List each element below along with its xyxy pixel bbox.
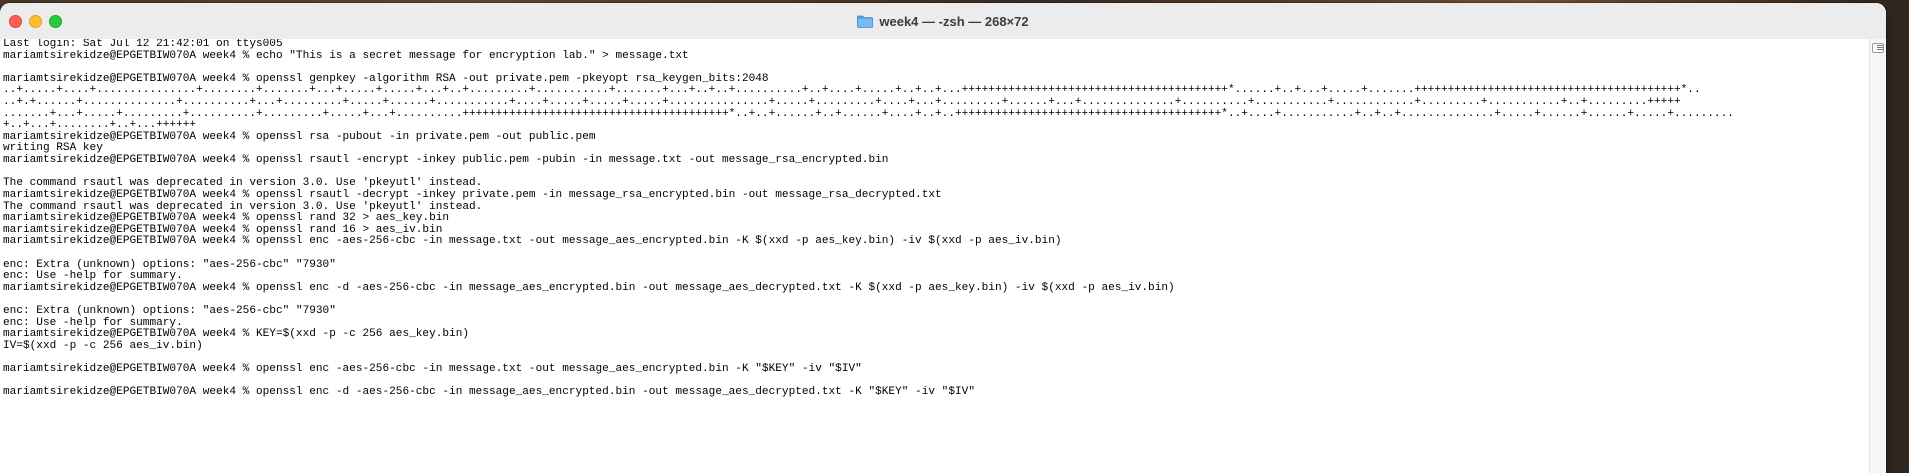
terminal-line: .......+...+.....+.........+..........+.… [3, 107, 1734, 120]
title-bar[interactable]: week4 — -zsh — 268×72 [0, 3, 1886, 40]
window-title: week4 — -zsh — 268×72 [879, 13, 1029, 29]
terminal-line: mariamtsirekidze@EPGETBIW070A week4 % op… [3, 188, 942, 201]
terminal-line: mariamtsirekidze@EPGETBIW070A week4 % ec… [3, 49, 689, 62]
terminal-line: mariamtsirekidze@EPGETBIW070A week4 % KE… [3, 328, 470, 341]
window-title-container: week4 — -zsh — 268×72 [0, 3, 1886, 39]
terminal-line: ..+.+......+..............+..........+..… [3, 96, 1681, 109]
scrollbar-marker[interactable] [1872, 43, 1884, 53]
terminal-line: mariamtsirekidze@EPGETBIW070A week4 % op… [3, 235, 1062, 248]
terminal-output[interactable]: Last login: Sat Jul 12 21:42:01 on ttys0… [0, 39, 1870, 473]
terminal-line: mariamtsirekidze@EPGETBIW070A week4 % op… [3, 130, 596, 143]
terminal-line: mariamtsirekidze@EPGETBIW070A week4 % op… [3, 212, 450, 225]
terminal-line: IV=$(xxd -p -c 256 aes_iv.bin) [3, 339, 203, 352]
terminal-window: week4 — -zsh — 268×72 Last login: Sat Ju… [0, 3, 1886, 473]
terminal-line: enc: Extra (unknown) options: "aes-256-c… [3, 305, 336, 318]
scrollbar[interactable] [1869, 39, 1886, 473]
folder-icon [857, 15, 874, 28]
terminal-line: mariamtsirekidze@EPGETBIW070A week4 % op… [3, 386, 975, 399]
terminal-line: enc: Extra (unknown) options: "aes-256-c… [3, 258, 336, 271]
terminal-line: Last login: Sat Jul 12 21:42:01 on ttys0… [3, 39, 283, 50]
terminal-line: mariamtsirekidze@EPGETBIW070A week4 % op… [3, 154, 889, 167]
terminal-line: mariamtsirekidze@EPGETBIW070A week4 % op… [3, 281, 1175, 294]
terminal-line: mariamtsirekidze@EPGETBIW070A week4 % op… [3, 363, 862, 376]
